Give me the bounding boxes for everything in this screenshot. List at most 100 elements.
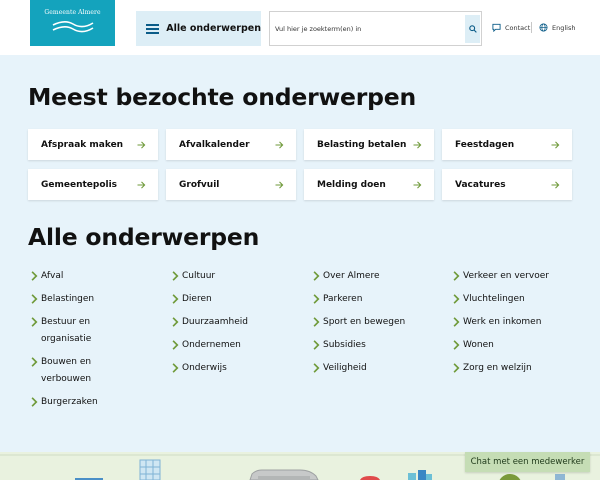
chevron-right-icon [453,271,460,281]
all-subjects-menu-button[interactable]: Alle onderwerpen [136,11,261,46]
subject-link[interactable]: Over Almere [310,268,440,285]
arrow-right-icon [551,141,560,148]
subject-label: Parkeren [323,294,363,304]
subject-label: Vluchtelingen [463,294,525,304]
subject-link[interactable]: Bouwen en verbouwen [28,354,158,388]
chevron-right-icon [453,294,460,304]
arrow-right-icon [137,141,146,148]
arrow-right-icon [413,181,422,188]
subject-label: Belastingen [41,294,95,304]
english-label: English [552,23,576,32]
search-box [269,11,482,46]
search-icon [468,25,477,33]
arrow-right-icon [551,181,560,188]
subject-label: Duurzaamheid [182,317,249,327]
chevron-right-icon [453,317,460,327]
chevron-right-icon [313,363,320,373]
chevron-right-icon [31,271,38,281]
hamburger-icon [146,23,159,34]
popular-tile[interactable]: Grofvuil [166,169,296,200]
menu-button-label: Alle onderwerpen [166,23,261,34]
subject-link[interactable]: Vluchtelingen [450,291,580,308]
header-divider [531,22,532,33]
chevron-right-icon [31,397,38,407]
subject-link[interactable]: Bestuur en organisatie [28,314,158,348]
popular-tile[interactable]: Afvalkalender [166,129,296,160]
site-header: Gemeente Almere Alle onderwerpen Contact [0,0,600,55]
subject-link[interactable]: Ondernemen [169,337,299,354]
subject-link[interactable]: Cultuur [169,268,299,285]
chat-with-employee-button[interactable]: Chat met een medewerker [465,452,590,472]
subject-label: Afval [41,271,64,281]
subject-link[interactable]: Sport en bewegen [310,314,440,331]
subject-label: Cultuur [182,271,216,281]
arrow-right-icon [275,141,284,148]
english-language-link[interactable]: English [539,23,575,32]
subject-link[interactable]: Werk en inkomen [450,314,580,331]
subject-label: Zorg en welzijn [463,363,532,373]
globe-icon [539,23,548,32]
popular-tile-label: Grofvuil [179,179,220,190]
gemeente-almere-logo[interactable]: Gemeente Almere [30,0,115,46]
popular-tile-label: Belasting betalen [317,139,407,150]
all-subjects-title: Alle onderwerpen [28,223,260,251]
search-input[interactable] [271,13,463,44]
subject-label: Bestuur en organisatie [41,317,92,344]
popular-subjects-title: Meest bezochte onderwerpen [28,83,417,111]
chevron-right-icon [172,294,179,304]
chat-label: Chat met een medewerker [470,457,585,467]
subject-label: Wonen [463,340,494,350]
popular-tile-label: Feestdagen [455,139,515,150]
subject-link[interactable]: Afval [28,268,158,285]
subject-link[interactable]: Wonen [450,337,580,354]
chevron-right-icon [172,340,179,350]
popular-tile-label: Gemeentepolis [41,179,118,190]
chevron-right-icon [172,363,179,373]
subject-label: Werk en inkomen [463,317,542,327]
contact-label: Contact [505,23,531,32]
chevron-right-icon [453,340,460,350]
subject-label: Burgerzaken [41,397,98,407]
chat-bubble-icon [492,23,501,32]
popular-tile-label: Melding doen [317,179,386,190]
chevron-right-icon [31,357,38,367]
popular-tile[interactable]: Melding doen [304,169,434,200]
subject-label: Ondernemen [182,340,241,350]
subject-label: Verkeer en vervoer [463,271,549,281]
chevron-right-icon [313,340,320,350]
subject-link[interactable]: Belastingen [28,291,158,308]
subject-link[interactable]: Duurzaamheid [169,314,299,331]
chevron-right-icon [313,271,320,281]
subject-link[interactable]: Zorg en welzijn [450,360,580,377]
popular-tile-label: Vacatures [455,179,506,190]
chevron-right-icon [172,271,179,281]
chevron-right-icon [31,317,38,327]
chevron-right-icon [313,294,320,304]
popular-tile-label: Afspraak maken [41,139,124,150]
subject-label: Dieren [182,294,212,304]
popular-tile[interactable]: Feestdagen [442,129,572,160]
chevron-right-icon [31,294,38,304]
subject-label: Subsidies [323,340,366,350]
logo-text: Gemeente Almere [44,9,101,16]
arrow-right-icon [413,141,422,148]
popular-tile[interactable]: Vacatures [442,169,572,200]
popular-tile[interactable]: Gemeentepolis [28,169,158,200]
chevron-right-icon [453,363,460,373]
subject-link[interactable]: Veiligheid [310,360,440,377]
subject-link[interactable]: Parkeren [310,291,440,308]
popular-tile[interactable]: Afspraak maken [28,129,158,160]
subject-link[interactable]: Verkeer en vervoer [450,268,580,285]
arrow-right-icon [137,181,146,188]
contact-link[interactable]: Contact [492,23,530,32]
search-button[interactable] [465,15,480,43]
arrow-right-icon [275,181,284,188]
popular-tile-label: Afvalkalender [179,139,250,150]
popular-tile[interactable]: Belasting betalen [304,129,434,160]
subject-label: Bouwen en verbouwen [41,357,92,384]
subject-link[interactable]: Onderwijs [169,360,299,377]
subject-link[interactable]: Subsidies [310,337,440,354]
subject-link[interactable]: Dieren [169,291,299,308]
subject-label: Over Almere [323,271,380,281]
subject-link[interactable]: Burgerzaken [28,394,158,411]
